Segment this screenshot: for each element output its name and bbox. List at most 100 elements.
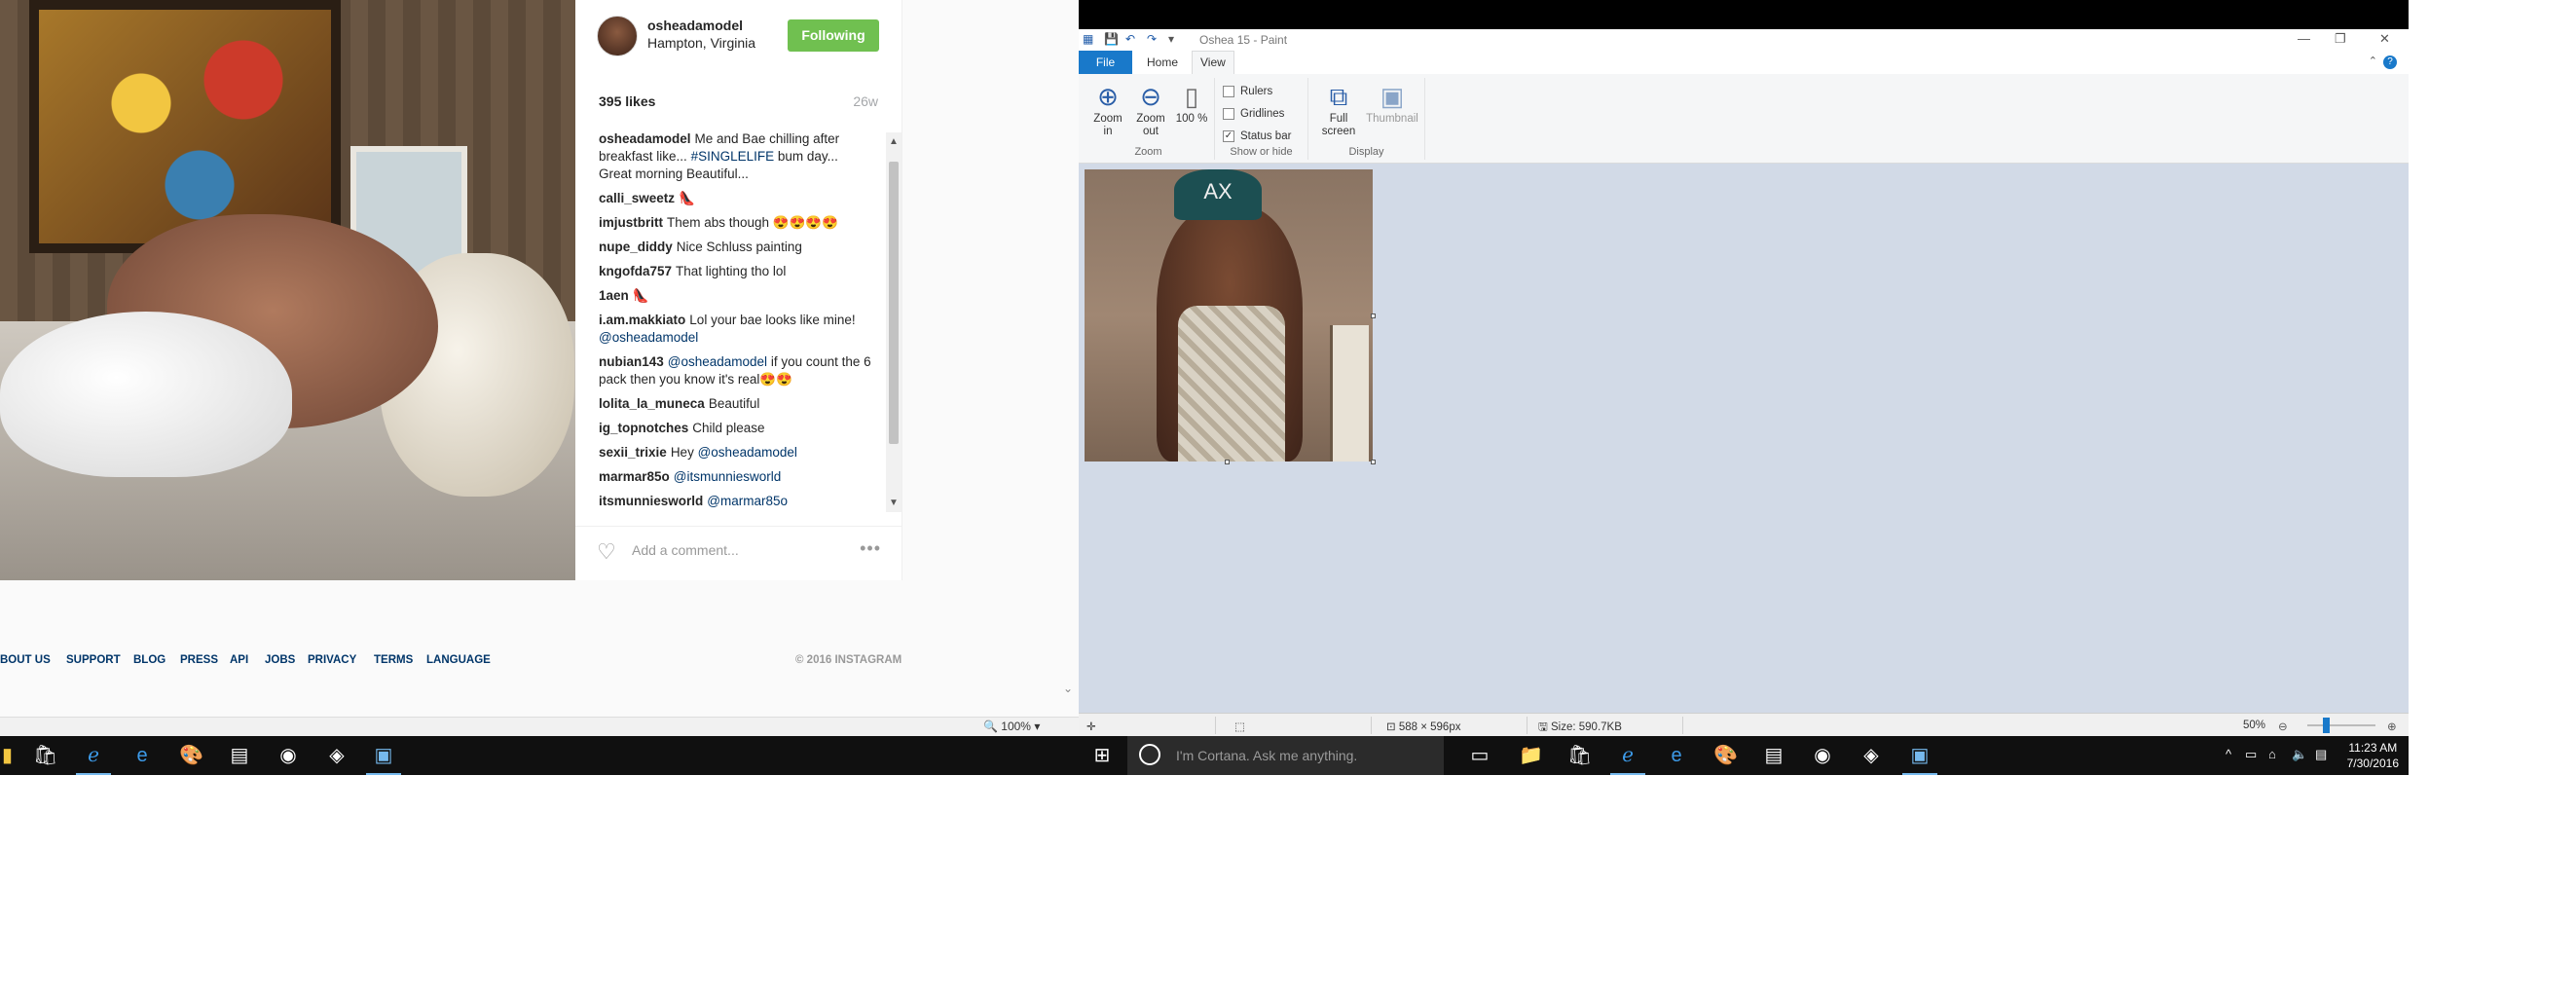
power-icon[interactable]: ▭: [2245, 747, 2257, 762]
paint-icon[interactable]: 🎨: [179, 744, 203, 767]
comment-username[interactable]: nubian143: [599, 354, 664, 369]
comment-username[interactable]: nupe_diddy: [599, 240, 673, 254]
scroll-down-icon[interactable]: ▼: [889, 498, 899, 508]
comment-username[interactable]: kngofda757: [599, 264, 672, 278]
post-location[interactable]: Hampton, Virginia: [647, 35, 755, 51]
save-icon[interactable]: 💾: [1104, 32, 1119, 46]
internet-explorer-icon[interactable]: ℯ: [76, 744, 111, 775]
scroll-thumb[interactable]: [889, 162, 899, 444]
edge-icon[interactable]: e: [130, 744, 154, 767]
footer-link[interactable]: PRIVACY: [308, 654, 356, 666]
footer-link[interactable]: TERMS: [374, 654, 413, 666]
tab-home[interactable]: Home: [1147, 55, 1178, 69]
comment-mention[interactable]: @osheadamodel: [668, 354, 767, 369]
cortana-search-box[interactable]: I'm Cortana. Ask me anything.: [1127, 736, 1444, 775]
gridlines-checkbox[interactable]: Gridlines: [1223, 108, 1284, 120]
notifications-icon[interactable]: ▤: [2315, 747, 2327, 762]
footer-link[interactable]: BOUT US: [0, 654, 51, 666]
footer-link[interactable]: BLOG: [133, 654, 166, 666]
chrome-icon[interactable]: ◉: [276, 744, 300, 767]
avatar[interactable]: [597, 16, 638, 56]
redo-icon[interactable]: ↷: [1147, 32, 1160, 46]
help-icon[interactable]: ?: [2383, 55, 2397, 69]
zoom-out-small-icon[interactable]: ⊖: [2278, 720, 2288, 733]
file-explorer-icon[interactable]: 📁: [1519, 744, 1543, 767]
store-icon[interactable]: 🛍: [33, 744, 57, 767]
likes-count[interactable]: 395 likes: [599, 93, 655, 109]
footer-link[interactable]: SUPPORT: [66, 654, 121, 666]
internet-explorer-icon[interactable]: ℯ: [1610, 744, 1645, 775]
comment-username[interactable]: sexii_trixie: [599, 445, 667, 460]
add-comment-input[interactable]: Add a comment...: [632, 542, 739, 558]
comment-mention[interactable]: @osheadamodel: [698, 445, 797, 460]
thumbnail-button[interactable]: ▣ Thumbnail: [1365, 82, 1419, 126]
canvas-area[interactable]: AX: [1079, 164, 2409, 713]
comment-mention[interactable]: @itsmunniesworld: [674, 469, 782, 484]
notepad-icon[interactable]: ▤: [228, 744, 251, 767]
resize-handle-right[interactable]: [1371, 314, 1376, 318]
footer-link[interactable]: JOBS: [265, 654, 295, 666]
undo-icon[interactable]: ↶: [1125, 32, 1139, 46]
start-icon[interactable]: ⊞: [1090, 744, 1114, 767]
comment-username[interactable]: 1aen: [599, 288, 629, 303]
image-canvas[interactable]: AX: [1085, 169, 1373, 462]
zoom-slider[interactable]: [2307, 724, 2375, 726]
page-scroll-down-icon[interactable]: ⌄: [1063, 682, 1073, 695]
zoom-100-button[interactable]: ▯ 100 %: [1174, 82, 1209, 126]
comment-mention[interactable]: @marmar85o: [707, 494, 788, 508]
notepad-icon[interactable]: ▤: [1762, 744, 1785, 767]
footer-link[interactable]: LANGUAGE: [426, 654, 491, 666]
minimize-icon[interactable]: —: [2298, 31, 2310, 46]
scroll-up-icon[interactable]: ▲: [889, 136, 899, 147]
volume-icon[interactable]: 🔈: [2292, 747, 2307, 762]
file-explorer-partial-icon[interactable]: ▮: [2, 744, 13, 767]
app-icon[interactable]: ◈: [1859, 744, 1883, 767]
paint-window-icon[interactable]: ▣: [366, 744, 401, 775]
post-photo[interactable]: [0, 0, 575, 580]
comment-username[interactable]: ig_topnotches: [599, 421, 688, 435]
clock[interactable]: 11:23 AM 7/30/2016: [2347, 740, 2399, 771]
rulers-checkbox[interactable]: Rulers: [1223, 86, 1272, 97]
comment-username[interactable]: lolita_la_muneca: [599, 396, 705, 411]
comment-username[interactable]: imjustbritt: [599, 215, 663, 230]
footer-link[interactable]: PRESS: [180, 654, 218, 666]
browser-zoom-level[interactable]: 🔍 100% ▾: [983, 720, 1040, 733]
post-username[interactable]: osheadamodel: [647, 18, 743, 33]
restore-icon[interactable]: ❐: [2335, 31, 2346, 47]
collapse-ribbon-icon[interactable]: ⌃: [2369, 55, 2377, 67]
close-icon[interactable]: ✕: [2379, 31, 2390, 47]
zoom-slider-thumb[interactable]: [2323, 718, 2330, 733]
resize-handle-corner[interactable]: [1371, 460, 1376, 464]
status-bar-checkbox[interactable]: ✓ Status bar: [1223, 130, 1291, 142]
paint-icon[interactable]: 🎨: [1713, 744, 1738, 767]
comment-mention[interactable]: @osheadamodel: [599, 330, 698, 345]
tab-file[interactable]: File: [1079, 51, 1132, 74]
footer-link[interactable]: API: [230, 654, 248, 666]
comment-username[interactable]: itsmunniesworld: [599, 494, 703, 508]
task-view-icon[interactable]: ▭: [1468, 744, 1491, 767]
comment-username[interactable]: i.am.makkiato: [599, 313, 685, 327]
full-screen-button[interactable]: ⧉ Full screen: [1314, 82, 1363, 138]
comment-mention[interactable]: #SINGLELIFE: [691, 149, 775, 164]
edge-icon[interactable]: e: [1665, 744, 1688, 767]
more-options-icon[interactable]: •••: [860, 538, 881, 559]
comments-scrollbar[interactable]: ▲ ▼: [886, 132, 902, 512]
comment-username[interactable]: calli_sweetz: [599, 191, 675, 205]
customize-qat-icon[interactable]: ▾: [1168, 32, 1182, 46]
zoom-in-button[interactable]: ⊕ Zoom in: [1088, 82, 1127, 138]
store-icon[interactable]: 🛍: [1567, 744, 1592, 767]
paint-app-icon[interactable]: ▦: [1083, 32, 1096, 46]
paint-window-icon[interactable]: ▣: [1902, 744, 1937, 775]
network-icon[interactable]: ⌂: [2268, 747, 2276, 761]
comment-username[interactable]: osheadamodel: [599, 131, 691, 146]
resize-handle-bottom[interactable]: [1225, 460, 1230, 464]
heart-icon[interactable]: ♡: [597, 539, 616, 565]
zoom-in-small-icon[interactable]: ⊕: [2387, 720, 2397, 733]
show-hidden-icons-icon[interactable]: ^: [2226, 747, 2231, 761]
tab-view[interactable]: View: [1192, 51, 1234, 74]
chrome-icon[interactable]: ◉: [1811, 744, 1834, 767]
following-button[interactable]: Following: [788, 19, 879, 52]
app-icon[interactable]: ◈: [325, 744, 349, 767]
comment-username[interactable]: marmar85o: [599, 469, 670, 484]
zoom-out-button[interactable]: ⊖ Zoom out: [1131, 82, 1170, 138]
